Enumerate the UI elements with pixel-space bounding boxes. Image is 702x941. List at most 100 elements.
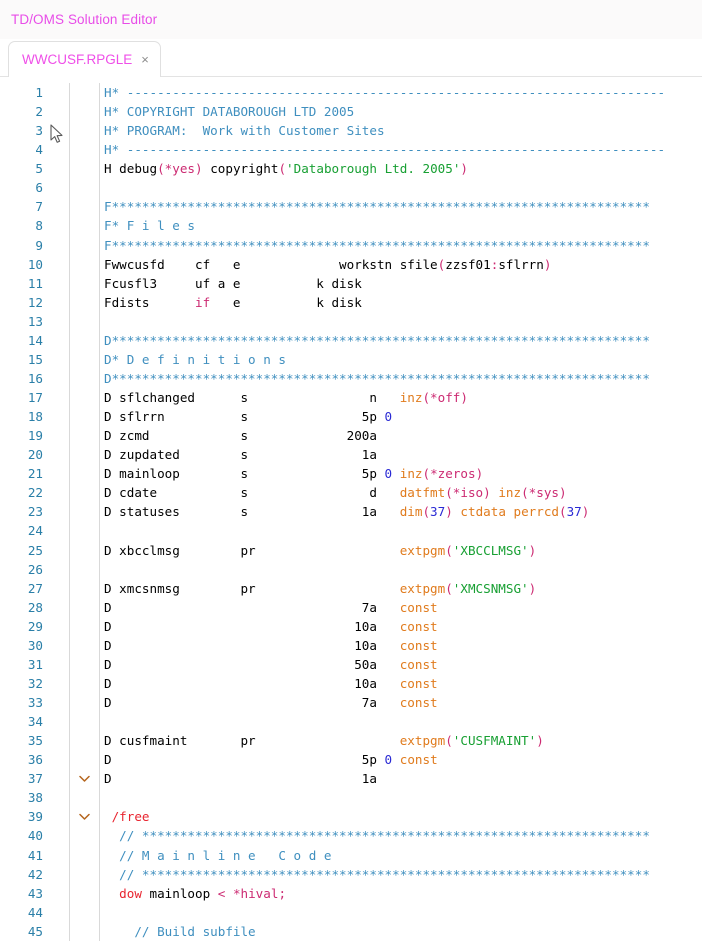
- code-line[interactable]: D 7a const: [104, 693, 702, 712]
- code-line[interactable]: D cusfmaint pr extpgm('CUSFMAINT'): [104, 731, 702, 750]
- code-token-txt: D sflrrn s 5p: [104, 409, 385, 425]
- line-number: 15: [27, 351, 43, 367]
- code-token-pun: (: [559, 504, 567, 520]
- code-token-cmt: D* D e f i n i t i o n s: [104, 351, 286, 367]
- code-line[interactable]: // *************************************…: [104, 865, 702, 884]
- line-number: 34: [27, 714, 43, 730]
- fold-gutter-slot: [70, 502, 99, 521]
- code-token-txt: D mainloop s 5p: [104, 466, 385, 482]
- code-line[interactable]: Fcusfl3 uf a e k disk: [104, 274, 702, 293]
- code-token-pun: ): [195, 161, 203, 177]
- code-token-pun: (: [422, 504, 431, 520]
- code-line[interactable]: D* D e f i n i t i o n s: [104, 350, 702, 369]
- code-line[interactable]: [104, 788, 702, 807]
- code-line[interactable]: Fdists if e k disk: [104, 293, 702, 312]
- code-line[interactable]: // M a i n l i n e C o d e: [104, 846, 702, 865]
- line-number: 29: [27, 618, 43, 634]
- code-line[interactable]: Fwwcusfd cf e workstn sfile(zzsf01:sflrr…: [104, 255, 702, 274]
- code-token-pun: ): [475, 466, 484, 482]
- code-line[interactable]: /free: [104, 807, 702, 826]
- line-number: 11: [27, 275, 43, 291]
- close-icon[interactable]: ×: [141, 53, 149, 66]
- code-line[interactable]: D cdate s d datfmt(*iso) inz(*sys): [104, 483, 702, 502]
- code-token-cmt: H* COPYRIGHT DATABOROUGH LTD 2005: [104, 104, 355, 120]
- code-token-num: 37: [430, 504, 446, 520]
- line-number: 12: [27, 294, 43, 310]
- code-line[interactable]: dow mainloop < *hival;: [104, 884, 702, 903]
- code-line[interactable]: D***************************************…: [104, 331, 702, 350]
- code-line[interactable]: [104, 312, 702, 331]
- line-number: 7: [35, 199, 43, 215]
- fold-gutter-slot: [70, 445, 99, 464]
- code-line[interactable]: D 7a const: [104, 598, 702, 617]
- code-line[interactable]: H* -------------------------------------…: [104, 83, 702, 102]
- code-line[interactable]: D 5p 0 const: [104, 750, 702, 769]
- code-token-pun: *hival: [232, 885, 279, 901]
- code-line[interactable]: [104, 178, 702, 197]
- code-line[interactable]: D zupdated s 1a: [104, 445, 702, 464]
- code-line[interactable]: D 10a const: [104, 636, 702, 655]
- code-line[interactable]: [104, 521, 702, 540]
- code-line[interactable]: F***************************************…: [104, 197, 702, 216]
- code-token-pun: ): [559, 485, 567, 501]
- code-line[interactable]: D mainloop s 5p 0 inz(*zeros): [104, 464, 702, 483]
- code-token-num: 0: [384, 752, 393, 768]
- fold-gutter-slot: [70, 255, 99, 274]
- code-line[interactable]: H* PROGRAM: Work with Customer Sites: [104, 121, 702, 140]
- code-line[interactable]: D xbcclmsg pr extpgm('XBCCLMSG'): [104, 541, 702, 560]
- code-line[interactable]: D***************************************…: [104, 369, 702, 388]
- chevron-down-icon[interactable]: [70, 769, 99, 788]
- code-line[interactable]: D statuses s 1a dim(37) ctdata perrcd(37…: [104, 502, 702, 521]
- code-line[interactable]: // *************************************…: [104, 826, 702, 845]
- code-line[interactable]: F* F i l e s: [104, 216, 702, 235]
- chevron-down-icon[interactable]: [70, 807, 99, 826]
- code-line[interactable]: D xmcsnmsg pr extpgm('XMCSNMSG'): [104, 579, 702, 598]
- fold-gutter-slot: [70, 197, 99, 216]
- code-token-txt: D statuses s 1a: [104, 504, 400, 520]
- code-line[interactable]: H* -------------------------------------…: [104, 140, 702, 159]
- code-token-kw: inz: [399, 466, 423, 482]
- editor-tabstrip: WWCUSF.RPGLE ×: [0, 39, 702, 77]
- code-token-cmt: // Build subfile: [104, 923, 256, 939]
- code-token-pun: ): [528, 580, 537, 596]
- fold-gutter-slot: [70, 541, 99, 560]
- code-line[interactable]: D 1a: [104, 769, 702, 788]
- code-line[interactable]: D 50a const: [104, 655, 702, 674]
- code-token-kw: inz: [498, 485, 522, 501]
- tab-wwcusf-rpgle[interactable]: WWCUSF.RPGLE ×: [8, 41, 161, 77]
- line-number: 43: [27, 885, 43, 901]
- code-line[interactable]: H* COPYRIGHT DATABOROUGH LTD 2005: [104, 102, 702, 121]
- code-token-txt: D zupdated s 1a: [104, 447, 377, 463]
- code-token-txt: mainloop: [141, 885, 218, 901]
- code-token-str: 'XBCCLMSG': [452, 542, 529, 558]
- code-content[interactable]: H* -------------------------------------…: [100, 83, 702, 941]
- code-line[interactable]: // Build subfile: [104, 922, 702, 941]
- code-editor[interactable]: 1 2 3 4 5 6 7 8 9 10 11 12 13 14 15 16 17 18 19 20 21 22 23 24 2…: [0, 77, 702, 941]
- line-number: 39: [27, 809, 43, 825]
- code-line[interactable]: [104, 560, 702, 579]
- code-line[interactable]: D sflrrn s 5p 0: [104, 407, 702, 426]
- code-line[interactable]: D zcmd s 200a: [104, 426, 702, 445]
- fold-gutter-slot: [70, 693, 99, 712]
- code-folding-gutter[interactable]: [70, 83, 100, 941]
- code-token-cmt: H* PROGRAM: Work with Customer Sites: [104, 123, 385, 139]
- code-line[interactable]: D 10a const: [104, 674, 702, 693]
- code-token-pun: (: [422, 390, 431, 405]
- line-number: 24: [27, 523, 43, 539]
- line-number: 41: [27, 847, 43, 863]
- code-line[interactable]: D 10a const: [104, 617, 702, 636]
- code-line[interactable]: [104, 712, 702, 731]
- code-line[interactable]: [104, 903, 702, 922]
- code-token-kw: perrcd: [513, 504, 560, 520]
- fold-gutter-slot: [70, 788, 99, 807]
- code-line[interactable]: H debug(*yes) copyright('Databorough Ltd…: [104, 159, 702, 178]
- code-token-pun: (: [445, 485, 453, 501]
- code-line[interactable]: D sflchanged s n inz(*off): [104, 388, 702, 407]
- code-token-num: 0: [384, 409, 393, 425]
- line-number: 26: [27, 561, 43, 577]
- code-token-txt: D 7a: [104, 695, 400, 710]
- line-number: 21: [27, 466, 43, 482]
- code-token-dir: /free: [104, 809, 150, 825]
- code-line[interactable]: F***************************************…: [104, 236, 702, 255]
